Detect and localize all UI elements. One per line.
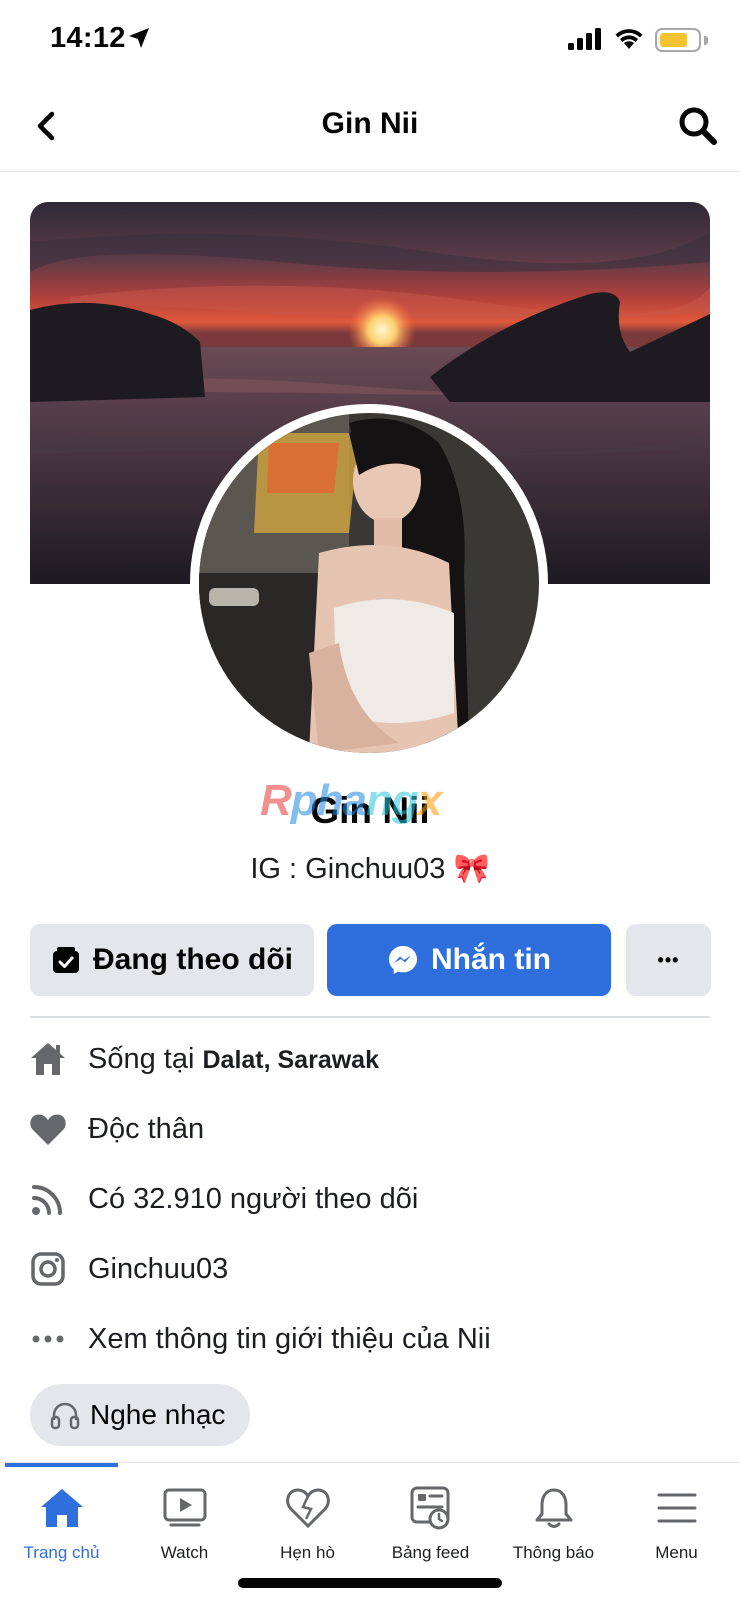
nav-header: Gin Nii — [0, 80, 740, 172]
battery-level — [660, 33, 687, 47]
menu-icon — [615, 1481, 738, 1535]
following-check-icon — [51, 945, 81, 975]
status-time: 14:12 — [50, 22, 126, 54]
battery-cap — [704, 36, 708, 45]
intro-relationship: Độc thân — [28, 1104, 204, 1154]
tab-watch[interactable]: Watch — [123, 1481, 246, 1563]
message-button[interactable]: Nhắn tin — [327, 924, 611, 996]
more-dots-icon: ••• — [657, 949, 680, 970]
listen-music-label: Nghe nhạc — [90, 1399, 226, 1430]
status-bar: 14:12 — [0, 0, 740, 80]
active-tab-indicator — [5, 1463, 118, 1467]
home-icon — [0, 1481, 123, 1535]
more-horizontal-icon — [28, 1319, 68, 1359]
following-label: Đang theo dõi — [93, 943, 293, 976]
search-icon[interactable] — [676, 104, 720, 148]
feed-icon — [369, 1481, 492, 1535]
watch-icon — [123, 1481, 246, 1535]
see-about-link: Xem thông tin giới thiệu của Nii — [88, 1322, 491, 1355]
intro-followers[interactable]: Có 32.910 người theo dõi — [28, 1174, 418, 1224]
wifi-icon — [615, 29, 643, 49]
tab-notifications[interactable]: Thông báo — [492, 1481, 615, 1563]
tab-dating[interactable]: Hẹn hò — [246, 1481, 369, 1563]
location-arrow-icon — [129, 28, 149, 48]
more-options-button[interactable]: ••• — [626, 924, 711, 996]
lives-prefix: Sống tại — [88, 1042, 195, 1075]
message-label: Nhắn tin — [431, 943, 551, 976]
rss-followers-icon — [28, 1179, 68, 1219]
followers-count: Có 32.910 người theo dõi — [88, 1182, 419, 1215]
instagram-handle: Ginchuu03 — [88, 1252, 229, 1285]
messenger-icon — [387, 944, 419, 976]
following-button[interactable]: Đang theo dõi — [30, 924, 314, 996]
heart-icon — [28, 1109, 68, 1149]
intro-see-about[interactable]: Xem thông tin giới thiệu của Nii — [28, 1314, 491, 1364]
home-indicator[interactable] — [238, 1578, 502, 1588]
intro-lives-in: Sống tại Dalat, Sarawak — [28, 1034, 379, 1084]
profile-bio: IG : Ginchuu03 🎀 — [250, 853, 490, 885]
dating-heart-icon — [246, 1481, 369, 1535]
tab-feed[interactable]: Bảng feed — [369, 1481, 492, 1563]
home-house-icon — [28, 1039, 68, 1079]
page-title: Gin Nii — [321, 107, 419, 140]
tab-home[interactable]: Trang chủ — [0, 1481, 123, 1563]
tab-menu[interactable]: Menu — [615, 1481, 738, 1563]
battery-icon — [655, 28, 701, 52]
signal-icon — [568, 28, 601, 50]
profile-avatar[interactable] — [190, 404, 548, 762]
headphones-icon — [50, 1400, 80, 1430]
listen-music-button[interactable]: Nghe nhạc — [30, 1384, 250, 1446]
bell-icon — [492, 1481, 615, 1535]
intro-instagram[interactable]: Ginchuu03 — [28, 1244, 228, 1294]
instagram-icon — [28, 1249, 68, 1289]
watermark-logo: Rphangx — [260, 776, 442, 825]
divider — [30, 1016, 710, 1018]
lives-place[interactable]: Dalat, Sarawak — [202, 1046, 379, 1074]
relationship-status: Độc thân — [88, 1112, 205, 1145]
